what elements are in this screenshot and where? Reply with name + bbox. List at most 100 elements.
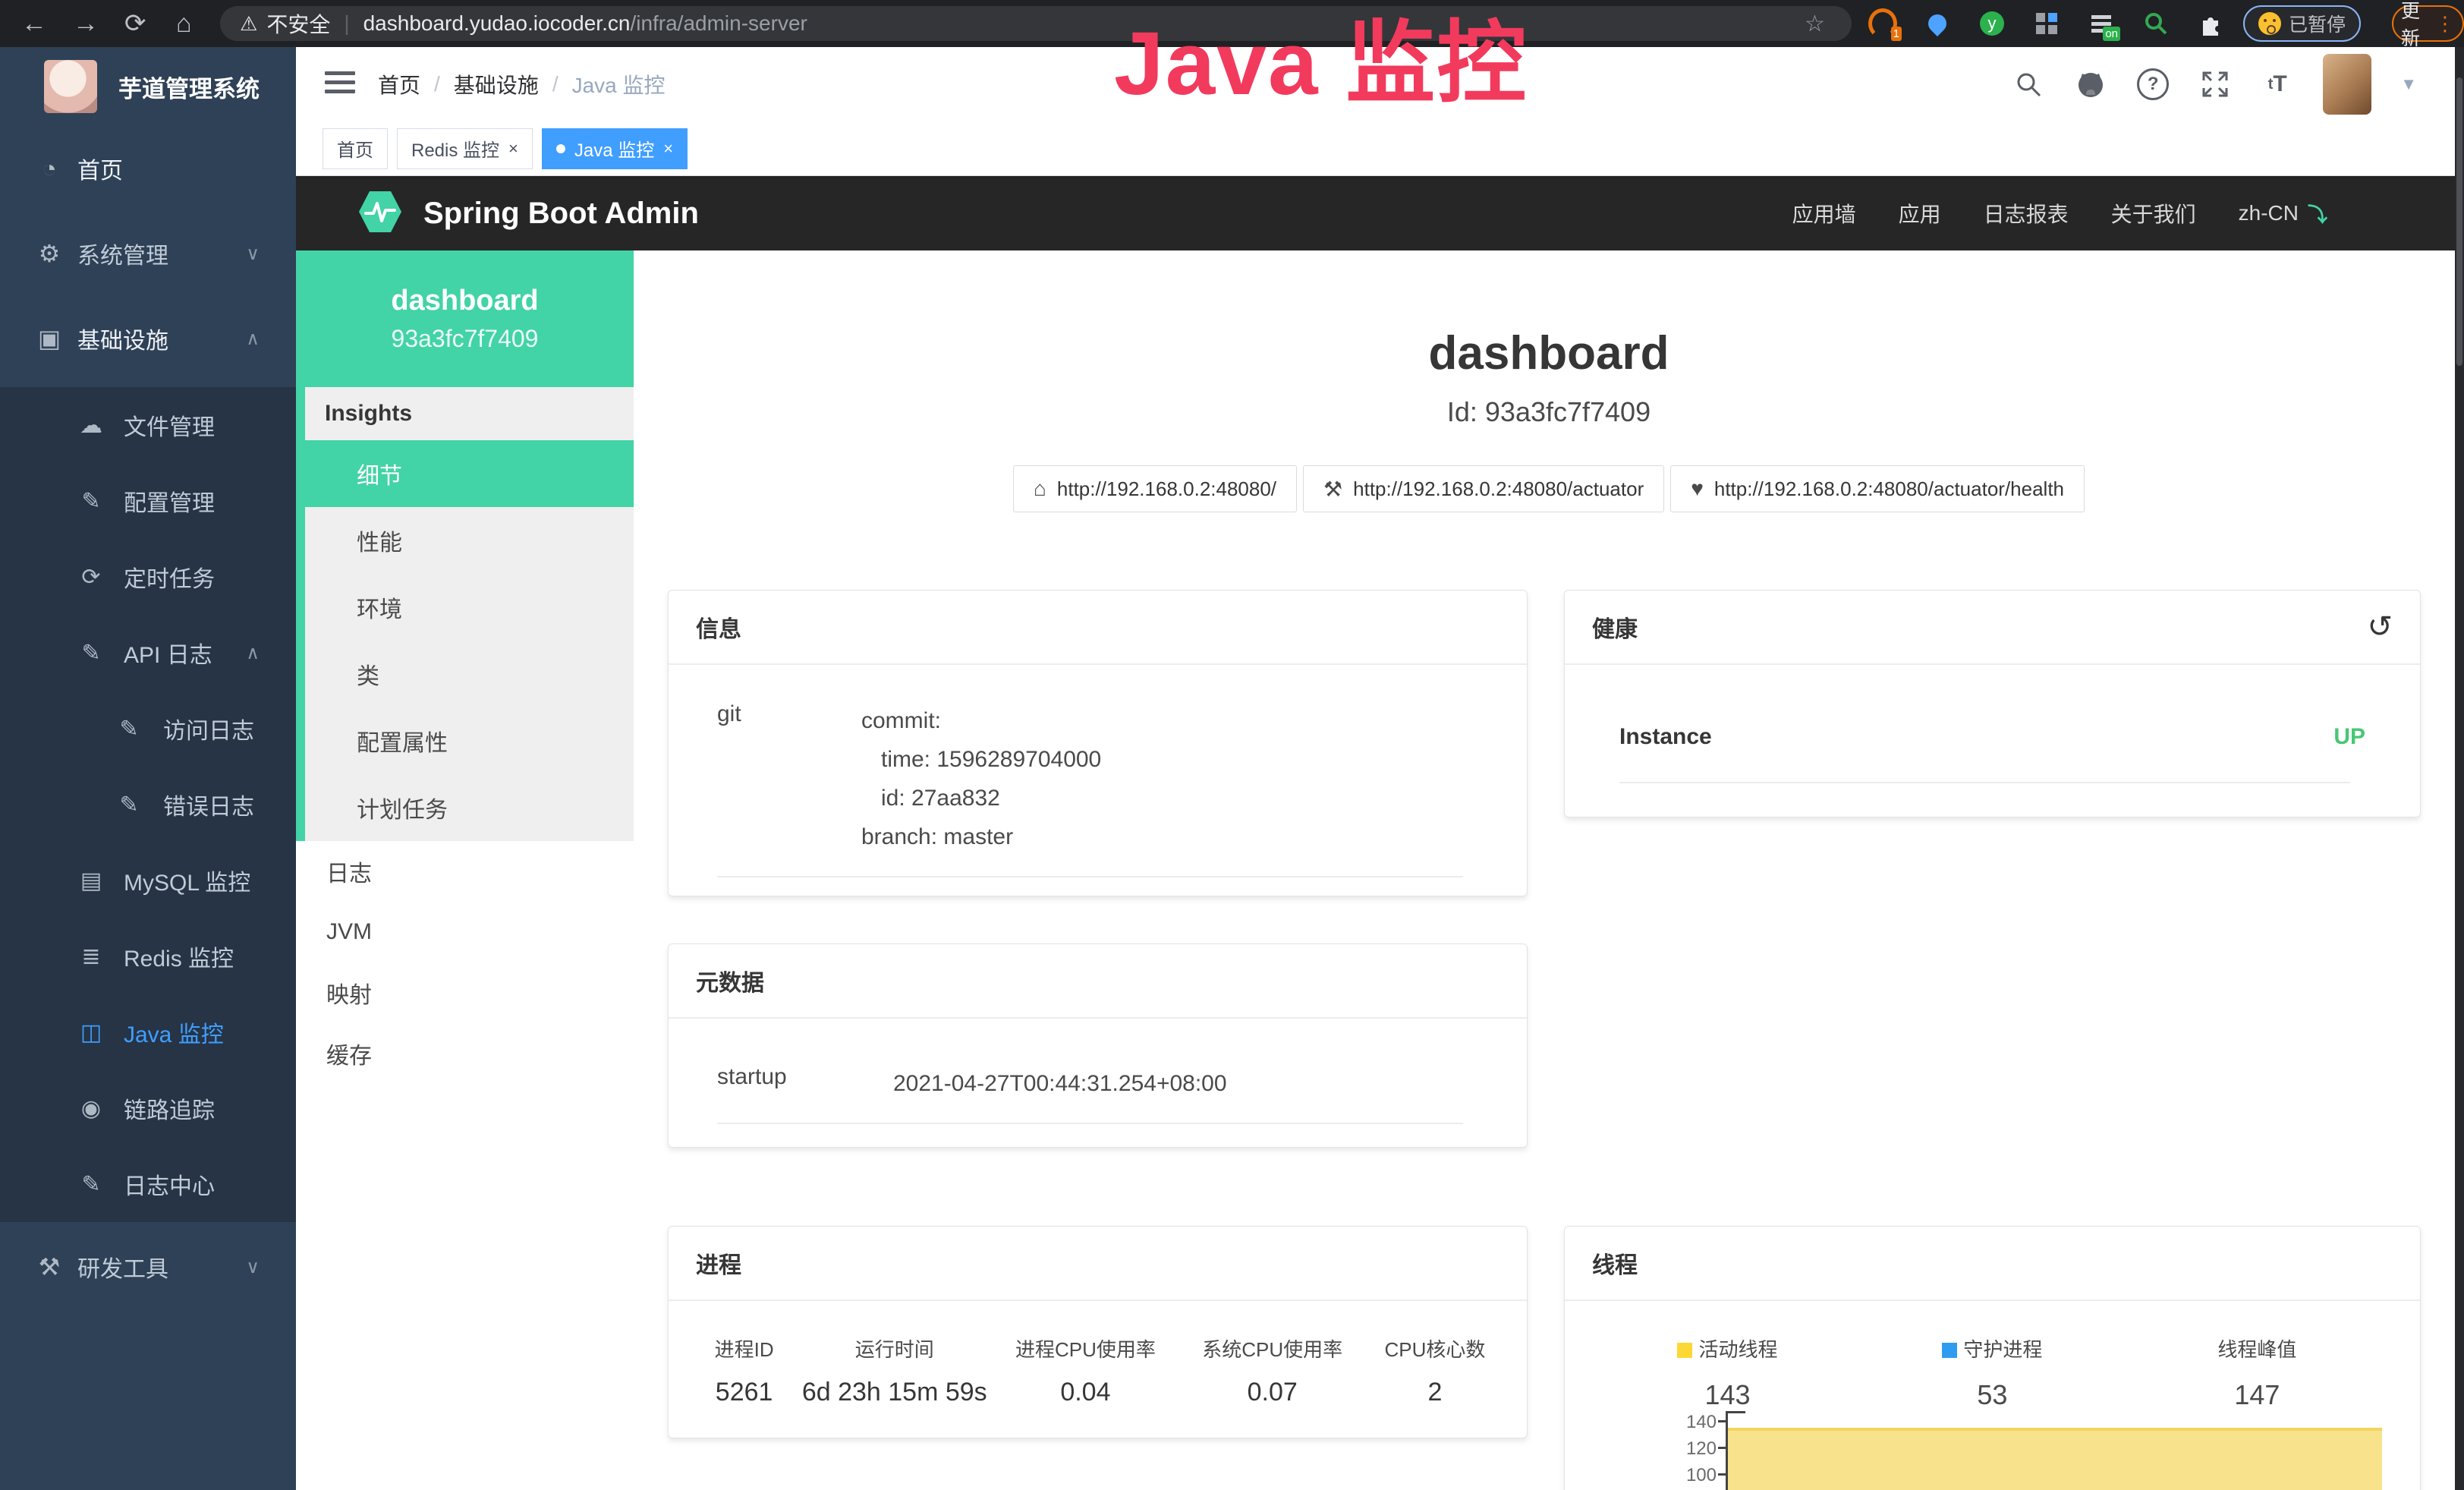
menu-item-classes[interactable]: 类 — [305, 641, 634, 707]
extension-colorzilla-icon[interactable]: 1 — [1868, 9, 1897, 38]
git-label: git — [717, 701, 861, 856]
github-icon[interactable] — [2074, 68, 2107, 101]
help-icon[interactable]: ? — [2136, 68, 2170, 101]
git-row: git commit: time: 1596289704000 id: 27aa… — [717, 701, 1478, 856]
sidebar-item-errorlog[interactable]: ✎错误日志 — [0, 767, 296, 843]
sba-nav-applications[interactable]: 应用 — [1899, 198, 1941, 228]
tab-java[interactable]: Java 监控× — [542, 128, 688, 169]
breadcrumb-infra[interactable]: 基础设施 — [454, 69, 539, 99]
app-title: 芋道管理系统 — [118, 70, 260, 104]
instance-links: ⌂ http://192.168.0.2:48080/ ⚒ http://192… — [634, 465, 2464, 512]
forward-icon[interactable]: → — [73, 0, 99, 47]
process-card-title: 进程 — [696, 1246, 741, 1280]
sidebar-item-devtools[interactable]: ⚒研发工具 ∨ — [0, 1224, 296, 1309]
sidebar-item-mysql[interactable]: ▤MySQL 监控 — [0, 843, 296, 918]
divider — [717, 876, 1463, 877]
sidebar-item-system[interactable]: ⚙系统管理 ∨ — [0, 211, 296, 296]
menu-item-logs[interactable]: 日志 — [296, 841, 634, 902]
search-icon[interactable] — [2012, 68, 2045, 101]
info-card-title: 信息 — [696, 610, 741, 644]
fullscreen-icon[interactable] — [2198, 68, 2232, 101]
close-icon[interactable]: × — [663, 139, 673, 159]
menu-item-caches[interactable]: 缓存 — [296, 1023, 634, 1084]
instance-header[interactable]: dashboard 93a3fc7f7409 — [296, 250, 634, 387]
breadcrumb-home[interactable]: 首页 — [378, 69, 420, 99]
chevron-down-icon: ∨ — [246, 243, 260, 265]
edit-square-icon: ✎ — [76, 1171, 106, 1198]
sidebar-item-accesslog[interactable]: ✎访问日志 — [0, 691, 296, 767]
sba-nav-journal[interactable]: 日志报表 — [1984, 198, 2069, 228]
instance-name: dashboard — [391, 285, 538, 317]
status-badge: UP — [2333, 724, 2365, 750]
sidebar-item-apilog[interactable]: ✎API 日志∧ — [0, 615, 296, 691]
extension-onetab-icon[interactable]: on — [2087, 9, 2116, 38]
service-url-button[interactable]: ⌂ http://192.168.0.2:48080/ — [1013, 465, 1297, 512]
breadcrumb: 首页 / 基础设施 / Java 监控 — [378, 47, 666, 121]
sidebar-item-config[interactable]: ✎配置管理 — [0, 463, 296, 539]
sidebar-item-home[interactable]: ◔首页 — [0, 126, 296, 211]
menu-item-jvm[interactable]: JVM — [296, 902, 634, 962]
sidebar-item-job[interactable]: ⟳定时任务 — [0, 539, 296, 615]
sidebar-item-file[interactable]: ☁文件管理 — [0, 387, 296, 463]
sba-nav-about[interactable]: 关于我们 — [2111, 198, 2196, 228]
app-logo-row[interactable]: 芋道管理系统 — [0, 47, 296, 126]
font-size-icon[interactable]: tT — [2261, 68, 2294, 101]
close-icon[interactable]: × — [508, 139, 518, 159]
process-cpu-value: 0.04 — [992, 1378, 1179, 1407]
sidebar-item-logcenter[interactable]: ✎日志中心 — [0, 1146, 296, 1222]
startup-value: 2021-04-27T00:44:31.254+08:00 — [893, 1064, 1227, 1103]
menu-item-metrics[interactable]: 性能 — [305, 507, 634, 574]
language-selector[interactable]: zh-CN ⤵ — [2239, 200, 2327, 228]
reload-icon[interactable]: ⟳ — [124, 0, 146, 47]
bookmark-star-icon[interactable]: ☆ — [1805, 0, 1825, 47]
extension-y-icon[interactable]: y — [1978, 9, 2006, 38]
security-warning-icon: ⚠ — [240, 12, 257, 36]
eye-icon: ◉ — [76, 1095, 106, 1122]
sidebar-item-java[interactable]: ◫Java 监控 — [0, 994, 296, 1070]
actuator-url-button[interactable]: ⚒ http://192.168.0.2:48080/actuator — [1303, 465, 1664, 512]
extensions-puzzle-icon[interactable] — [2196, 9, 2225, 38]
scrollbar-thumb[interactable] — [2456, 77, 2462, 366]
metadata-card: 元数据 startup 2021-04-27T00:44:31.254+08:0… — [668, 943, 1528, 1148]
menu-item-configprops[interactable]: 配置属性 — [305, 707, 634, 774]
instance-health-row[interactable]: Instance UP — [1619, 692, 2365, 782]
sidebar-item-infra[interactable]: ▣基础设施 ∧ — [0, 296, 296, 381]
extension-search-leaf-icon[interactable] — [2141, 9, 2170, 38]
profile-paused-chip[interactable]: 已暂停 — [2243, 5, 2361, 42]
back-icon[interactable]: ← — [21, 0, 47, 47]
health-url-button[interactable]: ♥ http://192.168.0.2:48080/actuator/heal… — [1670, 465, 2085, 512]
threads-legend: 活动线程 守护进程 线程峰值 — [1565, 1334, 2420, 1362]
menu-item-mappings[interactable]: 映射 — [296, 962, 634, 1023]
home-icon[interactable]: ⌂ — [176, 0, 192, 47]
sidebar-item-trace[interactable]: ◉链路追踪 — [0, 1070, 296, 1146]
kebab-menu-icon: ⋮ — [2435, 12, 2455, 36]
extension-pin-icon[interactable] — [1923, 9, 1952, 38]
app-logo — [44, 60, 97, 113]
menu-item-details[interactable]: 细节 — [305, 440, 634, 507]
monitor-icon: ◫ — [76, 1019, 106, 1046]
menu-item-environment[interactable]: 环境 — [305, 574, 634, 641]
tab-home[interactable]: 首页 — [323, 128, 388, 169]
extension-grid-icon[interactable] — [2032, 9, 2061, 38]
chevron-up-icon: ∧ — [246, 328, 260, 350]
sidebar-item-redis[interactable]: ≣Redis 监控 — [0, 918, 296, 994]
page-scrollbar[interactable] — [2455, 47, 2464, 1490]
edit-square-icon: ✎ — [76, 640, 106, 666]
menu-item-scheduledtasks[interactable]: 计划任务 — [305, 774, 634, 841]
insights-section-label: Insights — [305, 387, 634, 440]
url-path: /infra/admin-server — [630, 11, 807, 36]
chrome-update-button[interactable]: 更新 ⋮ — [2392, 5, 2464, 42]
address-bar[interactable]: ⚠ 不安全 | dashboard.yudao.iocoder.cn/infra… — [220, 6, 1852, 41]
sba-main-content: dashboard Id: 93a3fc7f7409 ⌂ http://192.… — [634, 250, 2464, 1490]
sba-nav-wall[interactable]: 应用墙 — [1792, 198, 1856, 228]
cloud-upload-icon: ☁ — [76, 412, 106, 439]
chevron-down-icon: ⤵ — [2308, 200, 2327, 228]
avatar[interactable] — [2323, 54, 2371, 115]
pid-value: 5261 — [691, 1378, 797, 1407]
history-icon[interactable]: ↺ — [2367, 612, 2393, 642]
tab-redis[interactable]: Redis 监控× — [397, 128, 533, 169]
chevron-down-icon[interactable]: ▼ — [2400, 74, 2417, 94]
chevron-up-icon: ∧ — [246, 642, 260, 664]
wrench-icon: ⚒ — [1323, 477, 1342, 502]
sidebar-collapse-icon[interactable] — [325, 71, 355, 97]
